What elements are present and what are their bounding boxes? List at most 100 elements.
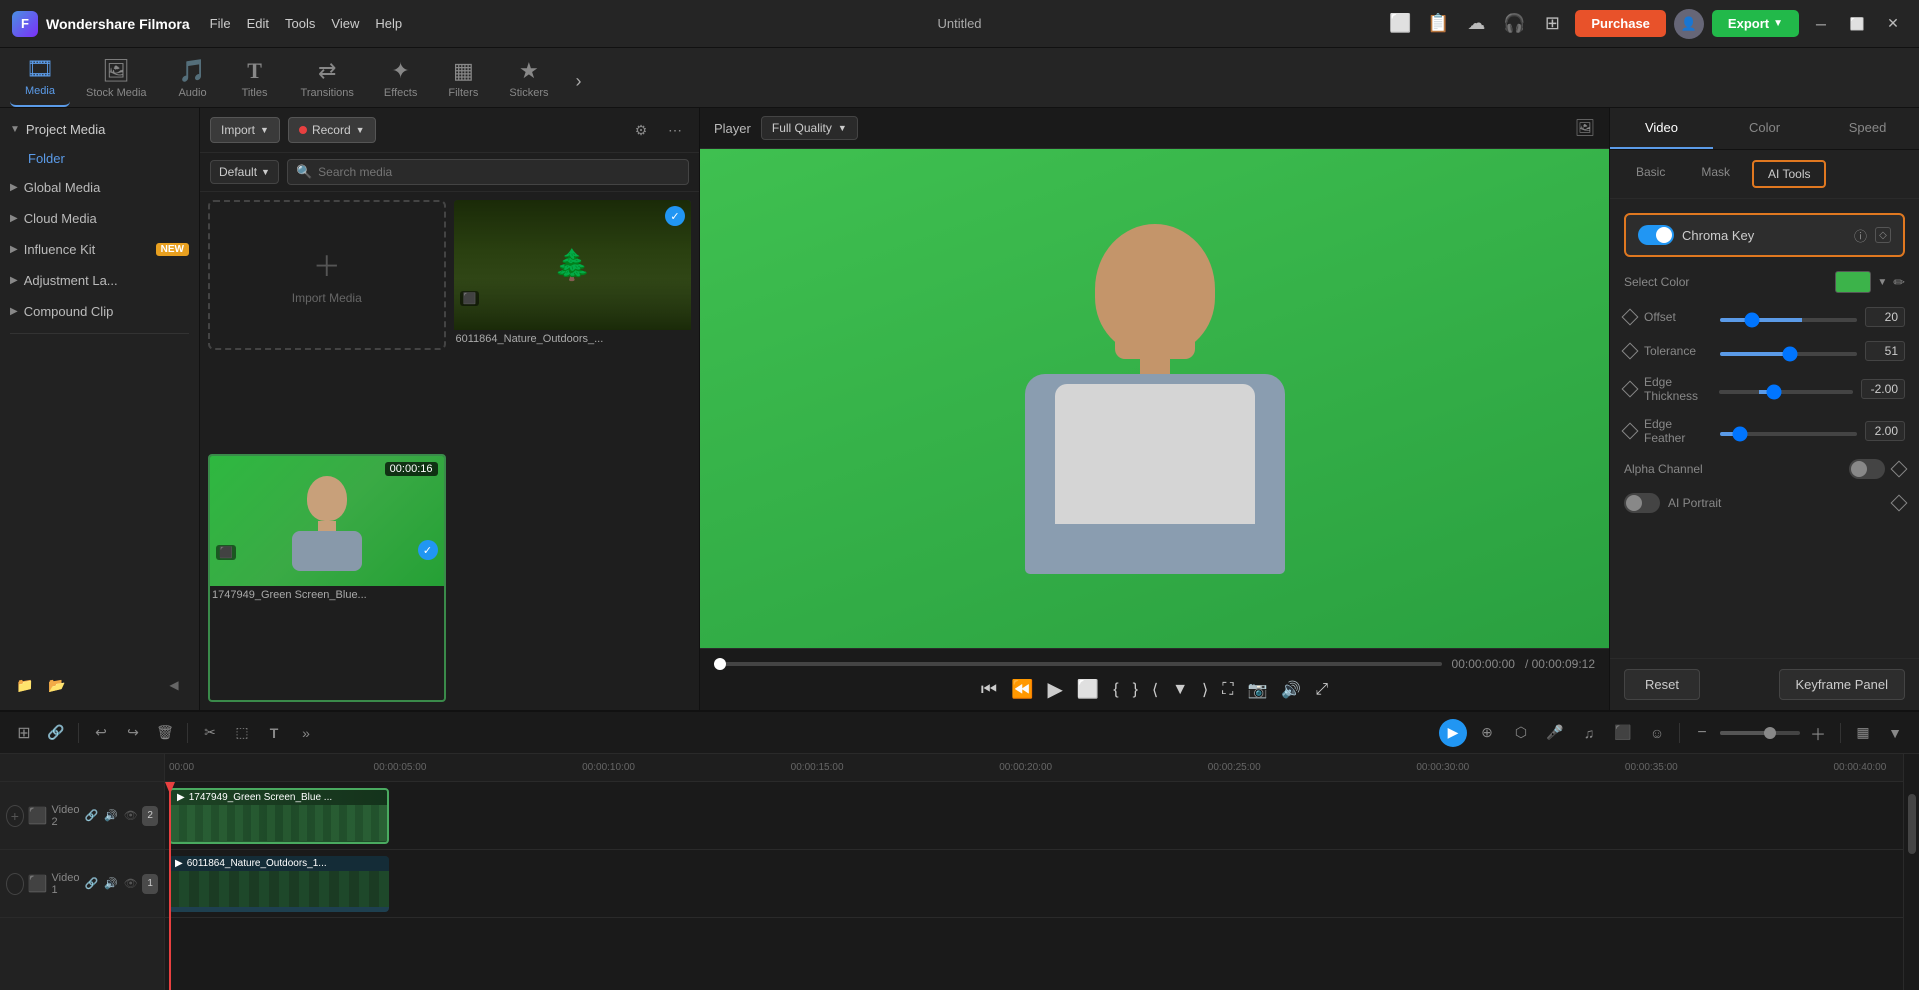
monitor-icon[interactable]: ⬜: [1385, 9, 1415, 39]
chroma-key-toggle[interactable]: [1638, 225, 1674, 245]
playhead[interactable]: [169, 782, 171, 990]
tl-audio-icon[interactable]: ♫: [1575, 719, 1603, 747]
offset-slider[interactable]: [1720, 318, 1857, 322]
toolbar-filters[interactable]: ▦ Filters: [433, 52, 493, 107]
tl-add-track-button[interactable]: ⊞: [10, 719, 38, 747]
nav-next-button[interactable]: ⟩: [1202, 680, 1208, 700]
ai-portrait-diamond-icon[interactable]: [1891, 495, 1908, 512]
toolbar-transitions[interactable]: ⇄ Transitions: [287, 52, 368, 107]
import-button[interactable]: Import ▼: [210, 117, 280, 143]
tl-redo-button[interactable]: ↪: [119, 719, 147, 747]
reset-button[interactable]: Reset: [1624, 669, 1700, 700]
more-options-icon[interactable]: ⋯: [661, 116, 689, 144]
toolbar-stickers[interactable]: ★ Stickers: [495, 52, 562, 107]
close-button[interactable]: ✕: [1879, 10, 1907, 38]
image-icon[interactable]: 🖼: [1575, 118, 1595, 138]
tab-color[interactable]: Color: [1713, 108, 1816, 149]
offset-diamond-icon[interactable]: [1622, 309, 1639, 326]
tl-clip-speed-icon[interactable]: ⊕: [1473, 719, 1501, 747]
tab-speed[interactable]: Speed: [1816, 108, 1919, 149]
menu-view[interactable]: View: [331, 16, 359, 31]
tab-video[interactable]: Video: [1610, 108, 1713, 149]
ai-portrait-toggle[interactable]: [1624, 493, 1660, 513]
color-swatch[interactable]: [1835, 271, 1871, 293]
export-button[interactable]: Export ▼: [1712, 10, 1799, 37]
apps-icon[interactable]: ⊞: [1537, 9, 1567, 39]
avatar[interactable]: 👤: [1674, 9, 1704, 39]
minimize-button[interactable]: ─: [1807, 10, 1835, 38]
sub-tab-ai-tools[interactable]: AI Tools: [1752, 160, 1826, 188]
grid-view-button[interactable]: ▦: [1849, 719, 1877, 747]
scrubber-track[interactable]: [714, 662, 1442, 666]
toolbar-effects[interactable]: ✦ Effects: [370, 52, 431, 107]
track-link-icon[interactable]: 🔗: [83, 806, 99, 826]
menu-file[interactable]: File: [210, 16, 231, 31]
sidebar-item-cloud-media[interactable]: ▶ Cloud Media: [0, 203, 199, 234]
track-eye-icon[interactable]: 👁: [123, 806, 139, 826]
sidebar-item-influence-kit[interactable]: ▶ Influence Kit NEW: [0, 234, 199, 265]
menu-edit[interactable]: Edit: [247, 16, 269, 31]
audio-toggle-button[interactable]: 🔊: [1281, 680, 1301, 700]
search-box[interactable]: 🔍: [287, 159, 689, 185]
chroma-help-icon[interactable]: ⓘ: [1854, 226, 1867, 245]
track-add-button2[interactable]: [6, 873, 24, 895]
media-clip-green-screen[interactable]: 00:00:16 ✓ ⬛ 1747949_Green Screen_Blue..…: [208, 454, 446, 702]
zoom-in-button[interactable]: ＋: [1804, 719, 1832, 747]
sub-tab-mask[interactable]: Mask: [1687, 160, 1744, 188]
track-eye2-icon[interactable]: 👁: [123, 874, 139, 894]
zoom-slider-track[interactable]: [1720, 731, 1800, 735]
tolerance-diamond-icon[interactable]: [1622, 343, 1639, 360]
edge-thickness-slider[interactable]: [1719, 390, 1853, 394]
layout-button[interactable]: ⤢: [1315, 681, 1328, 699]
tl-mic-icon[interactable]: 🎤: [1541, 719, 1569, 747]
play-button[interactable]: ▶: [1047, 677, 1062, 702]
tl-play-circle[interactable]: ▶: [1439, 719, 1467, 747]
tl-sticker-icon[interactable]: ☺: [1643, 719, 1671, 747]
clip-nature-track[interactable]: ▶ 6011864_Nature_Outdoors_1...: [169, 856, 389, 912]
tl-crop-button[interactable]: ⬚: [228, 719, 256, 747]
import-folder-button[interactable]: 📂: [44, 672, 70, 698]
menu-tools[interactable]: Tools: [285, 16, 315, 31]
zoom-out-button[interactable]: −: [1688, 719, 1716, 747]
media-clip-nature[interactable]: 🌲 ✓ ⬛ 6011864_Nature_Outdoors_...: [454, 200, 692, 446]
track-vol2-icon[interactable]: 🔊: [103, 874, 119, 894]
sidebar-item-project-media[interactable]: ▼ Project Media: [0, 114, 199, 145]
clip-green-screen-track[interactable]: ▶ 1747949_Green Screen_Blue ...: [169, 788, 389, 844]
stop-button[interactable]: ⬜: [1077, 679, 1099, 700]
nav-dropdown[interactable]: ▼: [1172, 681, 1188, 699]
step-back-button[interactable]: ⏪: [1011, 679, 1033, 700]
menu-help[interactable]: Help: [375, 16, 402, 31]
sidebar-item-folder[interactable]: Folder: [0, 145, 199, 172]
mark-in-button[interactable]: {: [1113, 681, 1118, 699]
new-folder-button[interactable]: 📁: [12, 672, 38, 698]
mark-out-button[interactable]: }: [1133, 681, 1138, 699]
color-swatch-arrow[interactable]: ▼: [1877, 277, 1887, 288]
media-icon[interactable]: 📋: [1423, 9, 1453, 39]
default-dropdown[interactable]: Default ▼: [210, 160, 279, 184]
sub-tab-basic[interactable]: Basic: [1622, 160, 1679, 188]
tl-subtitle-icon[interactable]: ⬛: [1609, 719, 1637, 747]
filter-icon[interactable]: ⚙: [627, 116, 655, 144]
toolbar-media[interactable]: 🎞 Media: [10, 50, 70, 107]
eyedropper-icon[interactable]: ✏: [1893, 274, 1905, 291]
cloud-icon[interactable]: ☁: [1461, 9, 1491, 39]
toolbar-titles[interactable]: T Titles: [225, 52, 285, 107]
edge-thickness-diamond-icon[interactable]: [1622, 381, 1639, 398]
edge-feather-diamond-icon[interactable]: [1622, 423, 1639, 440]
import-media-placeholder[interactable]: ＋ Import Media: [208, 200, 446, 350]
list-view-button[interactable]: ▼: [1881, 719, 1909, 747]
search-input[interactable]: [318, 165, 680, 179]
sidebar-item-adjustment[interactable]: ▶ Adjustment La...: [0, 265, 199, 296]
record-button[interactable]: Record ▼: [288, 117, 376, 143]
chroma-reset-icon[interactable]: ◇: [1875, 227, 1891, 243]
track-link2-icon[interactable]: 🔗: [83, 874, 99, 894]
track-volume-icon[interactable]: 🔊: [103, 806, 119, 826]
toolbar-more[interactable]: ›: [564, 67, 592, 95]
alpha-channel-toggle[interactable]: [1849, 459, 1885, 479]
track-add-button[interactable]: +: [6, 805, 24, 827]
tl-cut-button[interactable]: ✂: [196, 719, 224, 747]
sidebar-item-compound-clip[interactable]: ▶ Compound Clip: [0, 296, 199, 327]
tl-shield-icon[interactable]: ⬡: [1507, 719, 1535, 747]
maximize-button[interactable]: ⬜: [1843, 10, 1871, 38]
headphone-icon[interactable]: 🎧: [1499, 9, 1529, 39]
